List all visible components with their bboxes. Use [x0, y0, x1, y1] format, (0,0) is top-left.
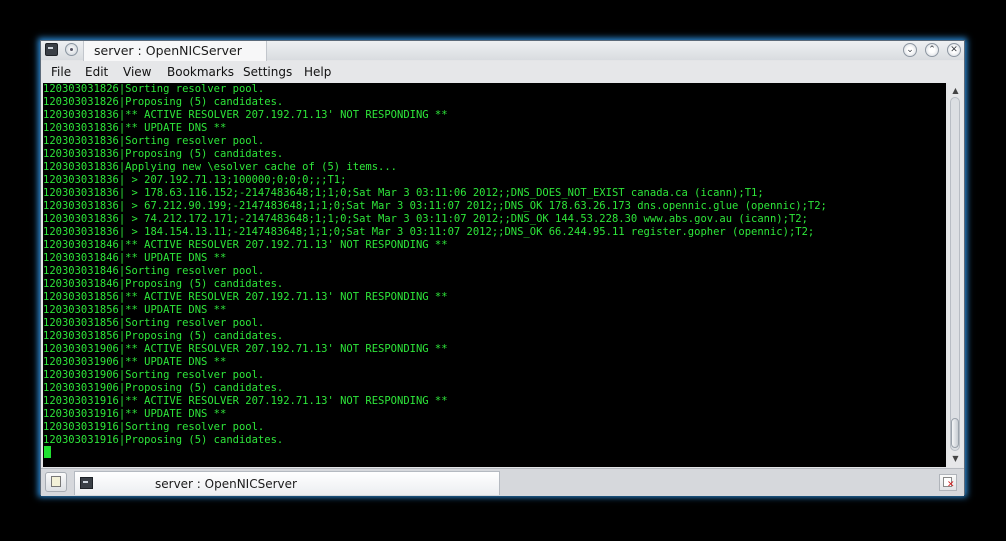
terminal-line: 120303031856|** ACTIVE RESOLVER 207.192.…	[43, 291, 448, 303]
terminal-line: 120303031826|Proposing (5) candidates.	[43, 96, 284, 108]
terminal-line: 120303031856|Proposing (5) candidates.	[43, 330, 284, 342]
tab-bar: server : OpenNICServer ✕	[41, 468, 964, 496]
konsole-window: server : OpenNICServer ⌄ ⌃ ✕ File Edit V…	[40, 40, 965, 496]
terminal-line: 120303031906|Sorting resolver pool.	[43, 369, 265, 381]
terminal-line: 120303031836|Sorting resolver pool.	[43, 135, 265, 147]
terminal-line: 120303031906|Proposing (5) candidates.	[43, 382, 284, 394]
terminal-line: 120303031836|Proposing (5) candidates.	[43, 148, 284, 160]
window-title: server : OpenNICServer	[83, 41, 267, 61]
terminal-icon[interactable]	[45, 43, 58, 56]
menu-file[interactable]: File	[51, 65, 71, 79]
menu-view[interactable]: View	[123, 65, 151, 79]
terminal-line: 120303031916|** UPDATE DNS **	[43, 408, 227, 420]
menu-settings[interactable]: Settings	[243, 65, 292, 79]
terminal-line: 120303031836|Applying new \esolver cache…	[43, 161, 398, 173]
new-tab-button[interactable]	[45, 472, 67, 492]
terminal-line: 120303031846|** ACTIVE RESOLVER 207.192.…	[43, 239, 448, 251]
terminal-line: 120303031906|** UPDATE DNS **	[43, 356, 227, 368]
maximize-icon[interactable]: ⌃	[925, 43, 939, 57]
session-tab[interactable]: server : OpenNICServer	[74, 471, 500, 495]
session-tab-label: server : OpenNICServer	[155, 477, 297, 491]
terminal-line: 120303031836|** ACTIVE RESOLVER 207.192.…	[43, 109, 448, 121]
scroll-up-icon[interactable]: ▲	[949, 85, 962, 97]
close-icon[interactable]: ✕	[947, 43, 961, 57]
scrollbar-thumb[interactable]	[951, 418, 959, 448]
menu-bookmarks[interactable]: Bookmarks	[167, 65, 234, 79]
window-menu-icon[interactable]	[65, 43, 78, 56]
terminal-line: 120303031836| > 74.212.172.171;-21474836…	[43, 213, 808, 225]
terminal-line: 120303031836| > 178.63.116.152;-21474836…	[43, 187, 764, 199]
terminal-line: 120303031856|Sorting resolver pool.	[43, 317, 265, 329]
terminal-output[interactable]: 120303031826|Sorting resolver pool. 12030…	[43, 83, 946, 467]
terminal-line: 120303031906|** ACTIVE RESOLVER 207.192.…	[43, 343, 448, 355]
terminal-line: 120303031826|Sorting resolver pool.	[43, 83, 265, 95]
menu-help[interactable]: Help	[304, 65, 331, 79]
terminal-line: 120303031916|Sorting resolver pool.	[43, 421, 265, 433]
terminal-cursor	[44, 446, 51, 458]
title-bar[interactable]: server : OpenNICServer ⌄ ⌃ ✕	[41, 41, 964, 61]
terminal-line: 120303031916|** ACTIVE RESOLVER 207.192.…	[43, 395, 448, 407]
menu-bar: File Edit View Bookmarks Settings Help	[41, 61, 964, 83]
terminal-line: 120303031836| > 184.154.13.11;-214748364…	[43, 226, 815, 238]
terminal-line: 120303031846|** UPDATE DNS **	[43, 252, 227, 264]
terminal-line: 120303031856|** UPDATE DNS **	[43, 304, 227, 316]
terminal-line: 120303031846|Sorting resolver pool.	[43, 265, 265, 277]
new-tab-icon	[51, 476, 61, 487]
minimize-icon[interactable]: ⌄	[903, 43, 917, 57]
terminal-line: 120303031836| > 207.192.71.13;100000;0;0…	[43, 174, 347, 186]
scrollbar-track[interactable]	[950, 97, 960, 451]
terminal-line: 120303031916|Proposing (5) candidates.	[43, 434, 284, 446]
close-tab-button[interactable]: ✕	[939, 474, 957, 491]
vertical-scrollbar[interactable]: ▲ ▼	[948, 83, 963, 467]
terminal-line: 120303031836| > 67.212.90.199;-214748364…	[43, 200, 827, 212]
terminal-line: 120303031836|** UPDATE DNS **	[43, 122, 227, 134]
scroll-down-icon[interactable]: ▼	[949, 453, 962, 465]
menu-edit[interactable]: Edit	[85, 65, 108, 79]
terminal-line: 120303031846|Proposing (5) candidates.	[43, 278, 284, 290]
